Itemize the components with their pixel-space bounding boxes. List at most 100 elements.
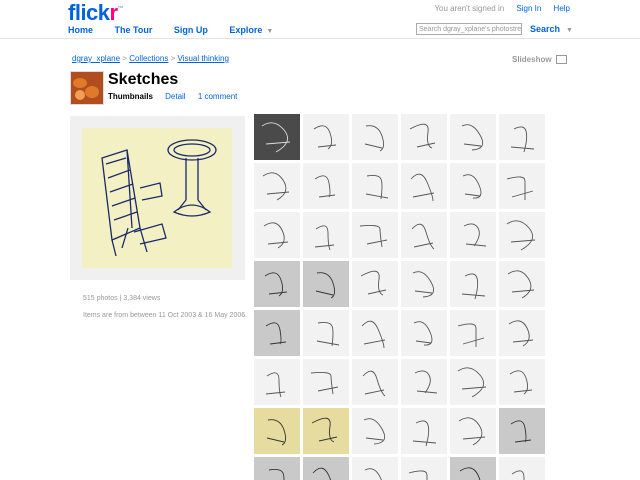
thumbnail-sketch	[316, 321, 340, 347]
chevron-down-icon[interactable]: ▼	[566, 27, 573, 34]
photo-thumbnail[interactable]	[352, 457, 398, 480]
photo-thumbnail[interactable]	[450, 212, 496, 258]
photo-thumbnail[interactable]	[401, 359, 447, 405]
photo-thumbnail[interactable]	[450, 408, 496, 454]
thumbnail-sketch	[365, 174, 389, 200]
photo-thumbnail[interactable]	[401, 114, 447, 160]
cover-sketch	[101, 139, 217, 257]
photo-thumbnail[interactable]	[401, 457, 447, 480]
logo-trademark: ™	[117, 6, 124, 12]
photo-thumbnail[interactable]	[303, 114, 349, 160]
photo-thumbnail[interactable]	[499, 163, 545, 209]
photo-thumbnail[interactable]	[499, 408, 545, 454]
slideshow-button[interactable]: Slideshow	[512, 55, 567, 65]
photo-thumbnail[interactable]	[401, 163, 447, 209]
thumbnail-sketch	[509, 370, 533, 395]
photo-thumbnail[interactable]	[401, 408, 447, 454]
help-link[interactable]: Help	[554, 4, 570, 13]
photo-thumbnail[interactable]	[254, 359, 300, 405]
thumbnail-sketch	[507, 270, 535, 299]
avatar-shape	[73, 78, 87, 88]
photo-thumbnail[interactable]	[303, 408, 349, 454]
thumbnail-sketch	[261, 122, 291, 153]
nav-tour[interactable]: The Tour	[115, 25, 153, 35]
photo-thumbnail[interactable]	[254, 261, 300, 307]
breadcrumb-owner[interactable]: dgray_xplane	[72, 54, 120, 63]
photo-thumbnail[interactable]	[303, 359, 349, 405]
tab-detail[interactable]: Detail	[165, 92, 185, 101]
photo-thumbnail[interactable]	[499, 261, 545, 307]
photo-thumbnail[interactable]	[352, 261, 398, 307]
photo-thumbnail[interactable]	[450, 457, 496, 480]
photo-thumbnail[interactable]	[499, 310, 545, 356]
thumbnail-sketch	[311, 417, 338, 443]
set-cover-image[interactable]	[82, 128, 232, 268]
search-button-label: Search	[530, 24, 561, 34]
photo-thumbnail[interactable]	[401, 261, 447, 307]
breadcrumb-visual-thinking[interactable]: Visual thinking	[177, 54, 228, 63]
search-button[interactable]: Search ▼	[530, 24, 573, 34]
thumbnail-sketch	[461, 124, 484, 151]
thumbnail-sketch	[263, 222, 289, 249]
signin-link[interactable]: Sign In	[516, 4, 541, 13]
thumbnail-sketch	[508, 320, 534, 347]
set-avatar[interactable]	[70, 71, 104, 105]
photo-thumbnail[interactable]	[254, 457, 300, 480]
photo-thumbnail[interactable]	[303, 163, 349, 209]
photo-thumbnail[interactable]	[303, 310, 349, 356]
thumbnail-sketch	[414, 370, 438, 394]
thumbnail-sketch	[265, 322, 287, 345]
photo-thumbnail[interactable]	[352, 408, 398, 454]
photo-thumbnail[interactable]	[450, 114, 496, 160]
thumbnail-sketch	[364, 468, 382, 480]
nav-explore-label: Explore	[229, 25, 263, 35]
tab-thumbnails[interactable]: Thumbnails	[108, 92, 153, 101]
thumbnail-sketch	[265, 372, 286, 398]
page-title: Sketches	[108, 71, 179, 88]
photo-thumbnail[interactable]	[254, 163, 300, 209]
photo-thumbnail[interactable]	[352, 163, 398, 209]
photo-thumbnail[interactable]	[352, 359, 398, 405]
photo-thumbnail[interactable]	[352, 310, 398, 356]
thumbnail-sketch	[457, 323, 485, 347]
photo-thumbnail[interactable]	[499, 212, 545, 258]
thumbnail-sketch	[506, 220, 536, 251]
thumbnail-sketch	[510, 126, 535, 153]
photo-thumbnail[interactable]	[352, 114, 398, 160]
thumbnail-sketch	[410, 173, 435, 202]
photo-thumbnail[interactable]	[499, 359, 545, 405]
photo-thumbnail[interactable]	[303, 457, 349, 480]
photo-thumbnail[interactable]	[499, 457, 545, 480]
avatar-shape	[85, 86, 99, 98]
photo-thumbnail[interactable]	[254, 212, 300, 258]
set-stats: 515 photos | 3,384 views	[83, 295, 161, 302]
photo-thumbnail[interactable]	[401, 212, 447, 258]
thumbnail-sketch	[364, 125, 385, 152]
photo-thumbnail[interactable]	[254, 114, 300, 160]
photo-thumbnail[interactable]	[450, 163, 496, 209]
photo-thumbnail[interactable]	[254, 310, 300, 356]
photo-thumbnail[interactable]	[450, 359, 496, 405]
breadcrumb-collections[interactable]: Collections	[129, 54, 168, 63]
thumbnail-sketch	[264, 272, 288, 297]
nav-explore[interactable]: Explore ▼	[229, 25, 273, 35]
photo-thumbnail[interactable]	[303, 212, 349, 258]
photo-thumbnail[interactable]	[352, 212, 398, 258]
thumbnail-sketch	[266, 419, 287, 446]
photo-thumbnail[interactable]	[303, 261, 349, 307]
photo-thumbnail[interactable]	[499, 114, 545, 160]
flickr-logo[interactable]: flickr™	[68, 0, 124, 26]
photo-thumbnail[interactable]	[450, 310, 496, 356]
thumbnail-sketch	[363, 418, 386, 445]
nav-home[interactable]: Home	[68, 25, 93, 35]
thumbnail-sketch	[459, 467, 481, 480]
photo-thumbnail[interactable]	[450, 261, 496, 307]
photo-thumbnail[interactable]	[254, 408, 300, 454]
thumbnail-sketch	[360, 270, 387, 296]
thumbnail-sketch	[314, 225, 335, 251]
tab-comments[interactable]: 1 comment	[198, 92, 238, 101]
nav-signup[interactable]: Sign Up	[174, 25, 208, 35]
logo-text: flick	[68, 0, 110, 25]
photo-thumbnail[interactable]	[401, 310, 447, 356]
search-input[interactable]: Search dgray_xplane's photostream	[416, 23, 522, 35]
